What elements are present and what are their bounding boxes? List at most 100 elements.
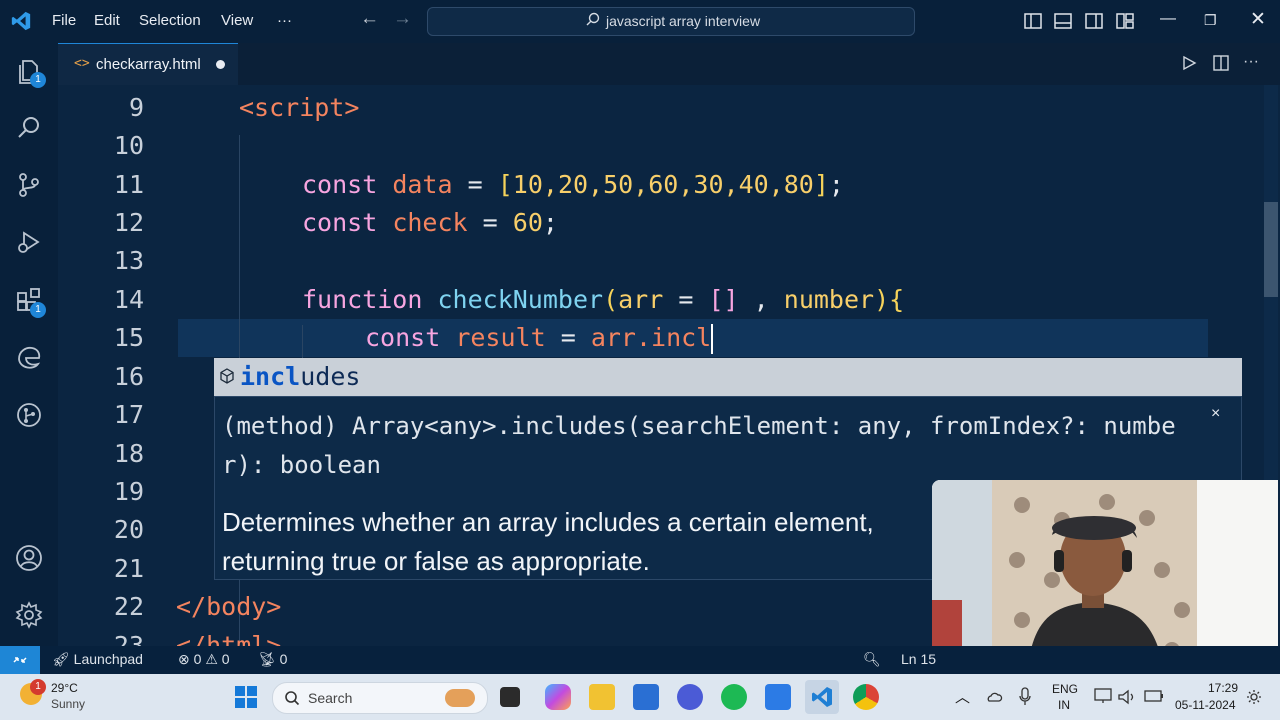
code-line-14: function checkNumber(arr = [] , number){ [302, 285, 904, 314]
array-values: 10,20,50,60,30,40,80 [512, 170, 814, 199]
launchpad-label: Launchpad [73, 651, 143, 667]
line-number: 12 [113, 208, 144, 237]
back-arrow-icon[interactable]: ← [360, 8, 379, 30]
html-file-icon: <> [74, 56, 90, 71]
notifications-gear-icon[interactable] [1246, 689, 1262, 705]
microsoft-store-icon[interactable] [633, 684, 659, 710]
run-debug-icon[interactable] [14, 227, 44, 257]
weather-badge: 1 [30, 679, 46, 695]
vertical-scrollbar-thumb[interactable] [1264, 202, 1278, 297]
suggestion-item-includes[interactable]: includes [214, 358, 1242, 396]
vscode-taskbar-button[interactable] [805, 680, 839, 714]
keyword: const [302, 170, 378, 199]
menu-view[interactable]: View [221, 12, 253, 29]
bracket: [] [708, 285, 739, 314]
broadcast-icon: 📡︎ [258, 651, 276, 667]
customize-layout-icon[interactable] [1115, 11, 1135, 31]
zoom-icon[interactable]: 🔍︎ [863, 651, 881, 668]
variable: data [392, 170, 453, 199]
label-rest: udes [300, 362, 361, 391]
language-code[interactable]: ENG [1052, 682, 1078, 696]
split-editor-icon[interactable] [1212, 54, 1230, 72]
video-app-icon[interactable] [677, 684, 703, 710]
webcam-person-image [932, 480, 1278, 674]
chrome-icon[interactable] [853, 684, 879, 710]
editor-tab-bar: <> checkarray.html [58, 43, 1280, 86]
language-region: IN [1058, 698, 1070, 712]
operator: = [560, 323, 576, 352]
line-number: 15 [113, 323, 144, 352]
brace: { [889, 285, 905, 314]
toggle-panel-icon[interactable] [1053, 11, 1073, 31]
clock-time[interactable]: 17:29 [1208, 681, 1238, 695]
display-icon[interactable] [1094, 688, 1112, 704]
error-icon: ⊗ [178, 651, 190, 667]
more-actions-icon[interactable]: ··· [1243, 53, 1259, 71]
spotify-icon[interactable] [721, 684, 747, 710]
tab-checkarray-html[interactable]: <> checkarray.html [58, 43, 238, 86]
weather-desc: Sunny [51, 697, 86, 711]
line-number: 20 [113, 515, 144, 544]
problems-item[interactable]: ⊗ 0 ⚠ 0 [178, 651, 230, 668]
ports-count: 0 [279, 651, 288, 667]
onedrive-icon[interactable] [985, 688, 1003, 706]
settings-gear-icon[interactable] [14, 600, 44, 630]
close-window-icon[interactable]: ✕ [1250, 8, 1266, 31]
restore-icon[interactable]: ❐ [1204, 12, 1217, 29]
battery-icon[interactable] [1144, 688, 1164, 704]
text-cursor [711, 324, 714, 354]
line-number: 13 [113, 246, 144, 275]
warning-icon: ⚠ [205, 651, 218, 667]
accounts-icon[interactable] [14, 543, 44, 573]
menu-file[interactable]: File [52, 12, 76, 29]
launchpad-item[interactable]: 🚀︎ Launchpad [52, 651, 143, 668]
menu-edit[interactable]: Edit [94, 12, 120, 29]
copilot-icon[interactable] [545, 684, 571, 710]
tab-filename: checkarray.html [96, 56, 201, 73]
toggle-primary-sidebar-icon[interactable] [1023, 11, 1043, 31]
menu-more[interactable]: ··· [277, 12, 292, 29]
file-explorer-icon[interactable] [589, 684, 615, 710]
line-number: 21 [113, 554, 144, 583]
notepad-icon[interactable] [765, 684, 791, 710]
line-number: 23 [113, 631, 144, 646]
microphone-icon[interactable] [1018, 687, 1032, 707]
number-literal: 60 [512, 208, 543, 237]
variable: result [455, 323, 546, 352]
method-description: Determines whether an array includes a c… [222, 507, 874, 576]
git-graph-icon[interactable] [14, 400, 44, 430]
windows-start-icon[interactable] [233, 684, 259, 710]
weather-temp[interactable]: 29°C [51, 681, 78, 695]
run-icon[interactable] [1181, 55, 1197, 71]
ports-item[interactable]: 📡︎ 0 [258, 651, 287, 668]
minimize-icon[interactable]: — [1160, 10, 1176, 28]
volume-icon[interactable] [1117, 688, 1137, 706]
suggestion-label: includes [240, 362, 360, 391]
keyword: const [302, 208, 378, 237]
unsaved-dot-icon[interactable] [216, 60, 225, 69]
vscode-taskbar-icon [812, 687, 832, 707]
vscode-logo-icon[interactable] [10, 10, 32, 32]
source-control-icon[interactable] [14, 170, 44, 200]
search-icon [285, 691, 300, 706]
edge-devtools-icon[interactable] [14, 343, 44, 373]
remote-indicator[interactable] [0, 646, 40, 674]
forward-arrow-icon[interactable]: → [393, 8, 412, 30]
line-number: 10 [113, 131, 144, 160]
line-number: 9 [128, 93, 144, 122]
param: number [783, 285, 875, 314]
search-text: javascript array interview [606, 13, 761, 29]
cursor-position[interactable]: Ln 15 [901, 651, 936, 667]
search-icon[interactable] [14, 113, 44, 143]
task-view-icon[interactable] [500, 687, 520, 707]
menu-selection[interactable]: Selection [139, 12, 201, 29]
taskbar-search-box[interactable]: Search [272, 682, 488, 714]
toggle-secondary-sidebar-icon[interactable] [1084, 11, 1104, 31]
remote-icon [13, 657, 27, 663]
show-hidden-icons-chevron-icon[interactable]: ︿ [955, 686, 970, 707]
command-center-search[interactable]: javascript array interview [427, 7, 915, 36]
close-details-icon[interactable]: × [1211, 405, 1220, 423]
variable: check [392, 208, 468, 237]
operator: = [482, 208, 498, 237]
warning-count: 0 [221, 651, 230, 667]
